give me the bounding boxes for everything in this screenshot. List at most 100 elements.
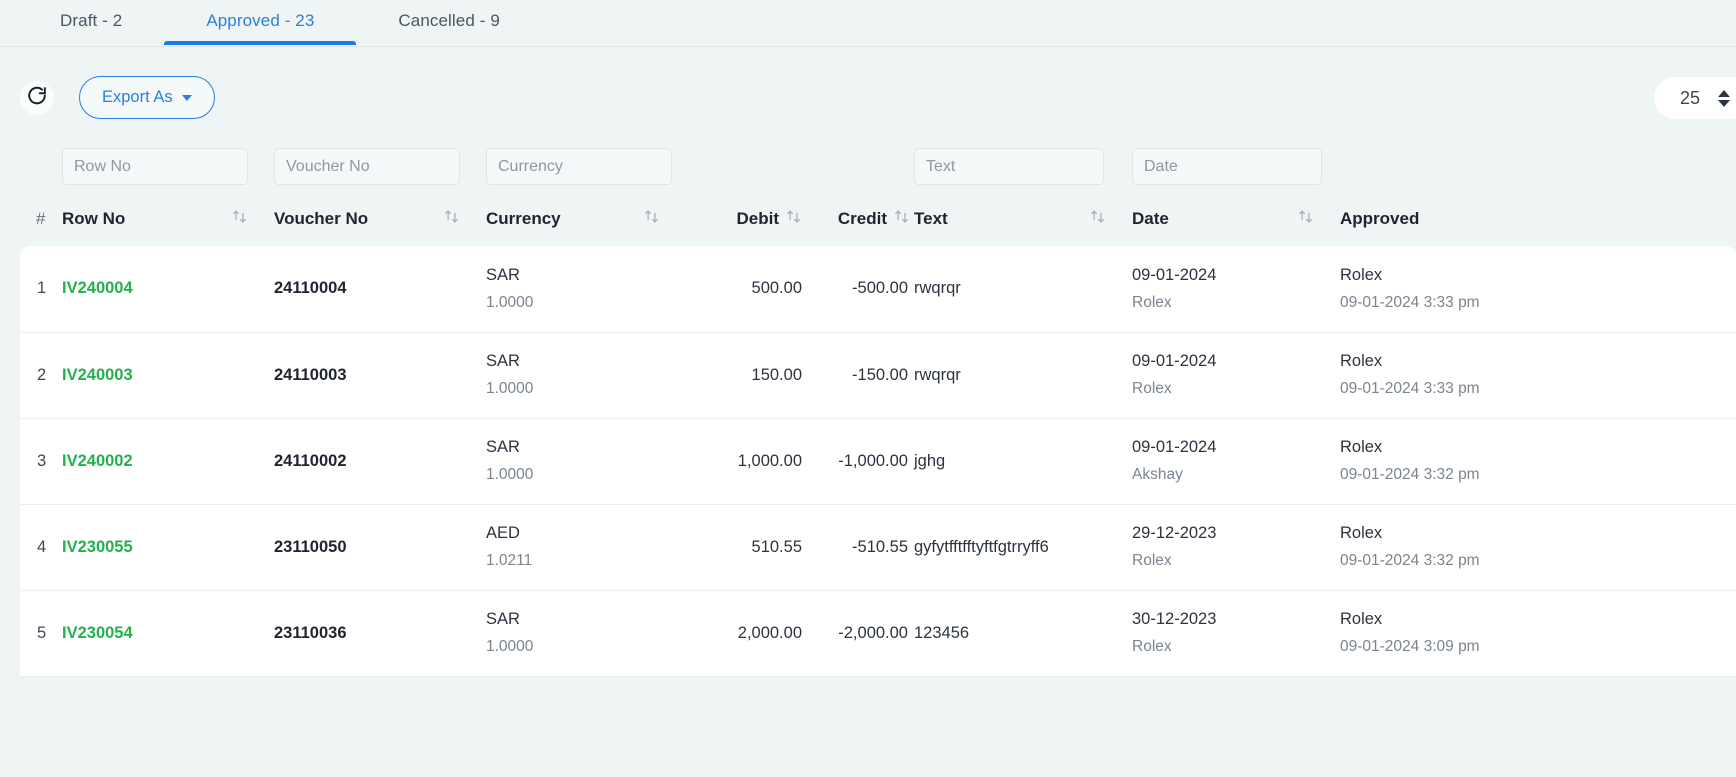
table-row[interactable]: 3 IV240002 24110002 SAR 1.0000 1,000.00 …	[20, 418, 1736, 505]
currency-code: SAR	[486, 265, 520, 284]
column-header-date[interactable]: Date	[1132, 199, 1340, 246]
approved-by: Rolex	[1340, 524, 1383, 542]
voucher-table-body: 1 IV240004 24110004 SAR 1.0000 500.00 -5…	[20, 246, 1736, 677]
currency-cell: SAR 1.0000	[486, 352, 686, 398]
currency-code: AED	[486, 524, 520, 542]
date-sub-name: Akshay	[1132, 466, 1183, 483]
debit-value: 150.00	[751, 365, 802, 384]
tab-draft[interactable]: Draft - 2	[18, 0, 164, 43]
up-down-spinner-icon[interactable]	[1718, 89, 1730, 107]
sort-updown-icon[interactable]	[893, 208, 910, 230]
text-value: gyfytfftfftyftfgtrryff6	[914, 537, 1049, 556]
exchange-rate: 1.0000	[486, 293, 534, 311]
date-value: 09-01-2024	[1132, 438, 1217, 456]
sort-updown-icon[interactable]	[231, 208, 248, 230]
currency-code: SAR	[486, 352, 520, 370]
date-cell: 29-12-2023 Rolex	[1132, 524, 1340, 570]
approved-at: 09-01-2024 3:33 pm	[1340, 293, 1480, 311]
approved-cell: Rolex 09-01-2024 3:32 pm	[1340, 438, 1736, 484]
table-row[interactable]: 2 IV240003 24110003 SAR 1.0000 150.00 -1…	[20, 332, 1736, 419]
header-row: # Row No Voucher No Currency Debit Credi…	[20, 199, 1736, 246]
refresh-button[interactable]	[20, 80, 54, 115]
credit-value: -500.00	[852, 279, 908, 298]
voucher-no-value: 24110004	[274, 279, 347, 298]
currency-code: SAR	[486, 610, 520, 628]
export-as-button[interactable]: Export As	[79, 76, 215, 119]
page-size-stepper[interactable]: 25	[1653, 77, 1736, 119]
date-cell: 30-12-2023 Rolex	[1132, 610, 1340, 656]
approved-at: 09-01-2024 3:32 pm	[1340, 552, 1480, 569]
column-header-date-label: Date	[1132, 209, 1169, 228]
approved-cell: Rolex 09-01-2024 3:33 pm	[1340, 352, 1736, 398]
filter-cell-voucher-no	[274, 148, 486, 199]
tab-approved[interactable]: Approved - 23	[164, 0, 357, 45]
sort-updown-icon[interactable]	[785, 208, 802, 230]
column-header-currency[interactable]: Currency	[486, 199, 686, 246]
approved-by: Rolex	[1340, 610, 1383, 628]
currency-code: SAR	[486, 438, 520, 456]
row-index: 2	[37, 365, 47, 384]
exchange-rate: 1.0000	[486, 638, 534, 655]
refresh-icon	[26, 85, 48, 110]
filter-cell-debit	[686, 148, 806, 199]
date-value: 30-12-2023	[1132, 610, 1217, 628]
sort-updown-icon[interactable]	[1089, 208, 1106, 230]
text-filter-input[interactable]	[914, 148, 1104, 185]
column-header-text-label: Text	[914, 209, 948, 228]
approved-by: Rolex	[1340, 352, 1383, 370]
currency-cell: SAR 1.0000	[486, 266, 686, 312]
approved-by: Rolex	[1340, 265, 1383, 284]
column-header-credit[interactable]: Credit	[806, 199, 914, 246]
sort-updown-icon[interactable]	[643, 208, 660, 230]
column-header-row-no-label: Row No	[62, 209, 126, 228]
row-no-link[interactable]: IV230055	[62, 538, 133, 556]
column-header-approved-label: Approved	[1340, 209, 1420, 228]
sort-updown-icon[interactable]	[443, 208, 460, 230]
row-no-link[interactable]: IV240004	[62, 279, 133, 297]
text-value: rwqrqr	[914, 365, 961, 384]
row-index: 1	[37, 279, 47, 298]
text-value: 123456	[914, 623, 970, 642]
text-value: rwqrqr	[914, 279, 961, 298]
column-header-voucher-no[interactable]: Voucher No	[274, 199, 486, 246]
date-filter-input[interactable]	[1132, 148, 1322, 185]
table-row[interactable]: 5 IV230054 23110036 SAR 1.0000 2,000.00 …	[20, 590, 1736, 677]
date-sub-name: Rolex	[1132, 293, 1172, 311]
tab-cancelled[interactable]: Cancelled - 9	[356, 0, 541, 43]
column-header-voucher-no-label: Voucher No	[274, 209, 369, 228]
row-no-filter-input[interactable]	[62, 148, 248, 185]
row-no-link[interactable]: IV240003	[62, 366, 133, 384]
voucher-no-filter-input[interactable]	[274, 148, 460, 185]
date-cell: 09-01-2024 Rolex	[1132, 266, 1340, 312]
column-header-text[interactable]: Text	[914, 199, 1132, 246]
row-no-link[interactable]: IV240002	[62, 452, 133, 470]
tab-draft-label: Draft - 2	[60, 11, 123, 30]
exchange-rate: 1.0000	[486, 466, 534, 483]
date-value: 09-01-2024	[1132, 352, 1217, 370]
sort-updown-icon[interactable]	[1297, 208, 1314, 230]
table-row[interactable]: 4 IV230055 23110050 AED 1.0211 510.55 -5…	[20, 504, 1736, 591]
currency-cell: SAR 1.0000	[486, 610, 686, 656]
page-size-value: 25	[1679, 87, 1700, 108]
filter-cell-currency	[486, 148, 686, 199]
row-no-link[interactable]: IV230054	[62, 624, 133, 642]
date-value: 29-12-2023	[1132, 524, 1217, 542]
approved-cell: Rolex 09-01-2024 3:33 pm	[1340, 266, 1736, 312]
currency-filter-input[interactable]	[486, 148, 672, 185]
approved-by: Rolex	[1340, 438, 1383, 456]
column-header-debit[interactable]: Debit	[686, 199, 806, 246]
column-header-row-no[interactable]: Row No	[62, 199, 274, 246]
table-row[interactable]: 1 IV240004 24110004 SAR 1.0000 500.00 -5…	[20, 246, 1736, 333]
currency-cell: SAR 1.0000	[486, 438, 686, 484]
date-sub-name: Rolex	[1132, 380, 1172, 397]
approved-cell: Rolex 09-01-2024 3:32 pm	[1340, 524, 1736, 570]
tab-cancelled-label: Cancelled - 9	[398, 11, 500, 30]
date-cell: 09-01-2024 Rolex	[1132, 352, 1340, 398]
export-as-label: Export As	[102, 88, 173, 106]
column-header-index: #	[20, 199, 62, 246]
exchange-rate: 1.0211	[486, 552, 533, 569]
currency-cell: AED 1.0211	[486, 524, 686, 570]
filter-cell-row-no	[62, 148, 274, 199]
column-header-approved: Approved	[1340, 199, 1736, 246]
voucher-table-wrapper: # Row No Vouche	[0, 148, 1736, 677]
